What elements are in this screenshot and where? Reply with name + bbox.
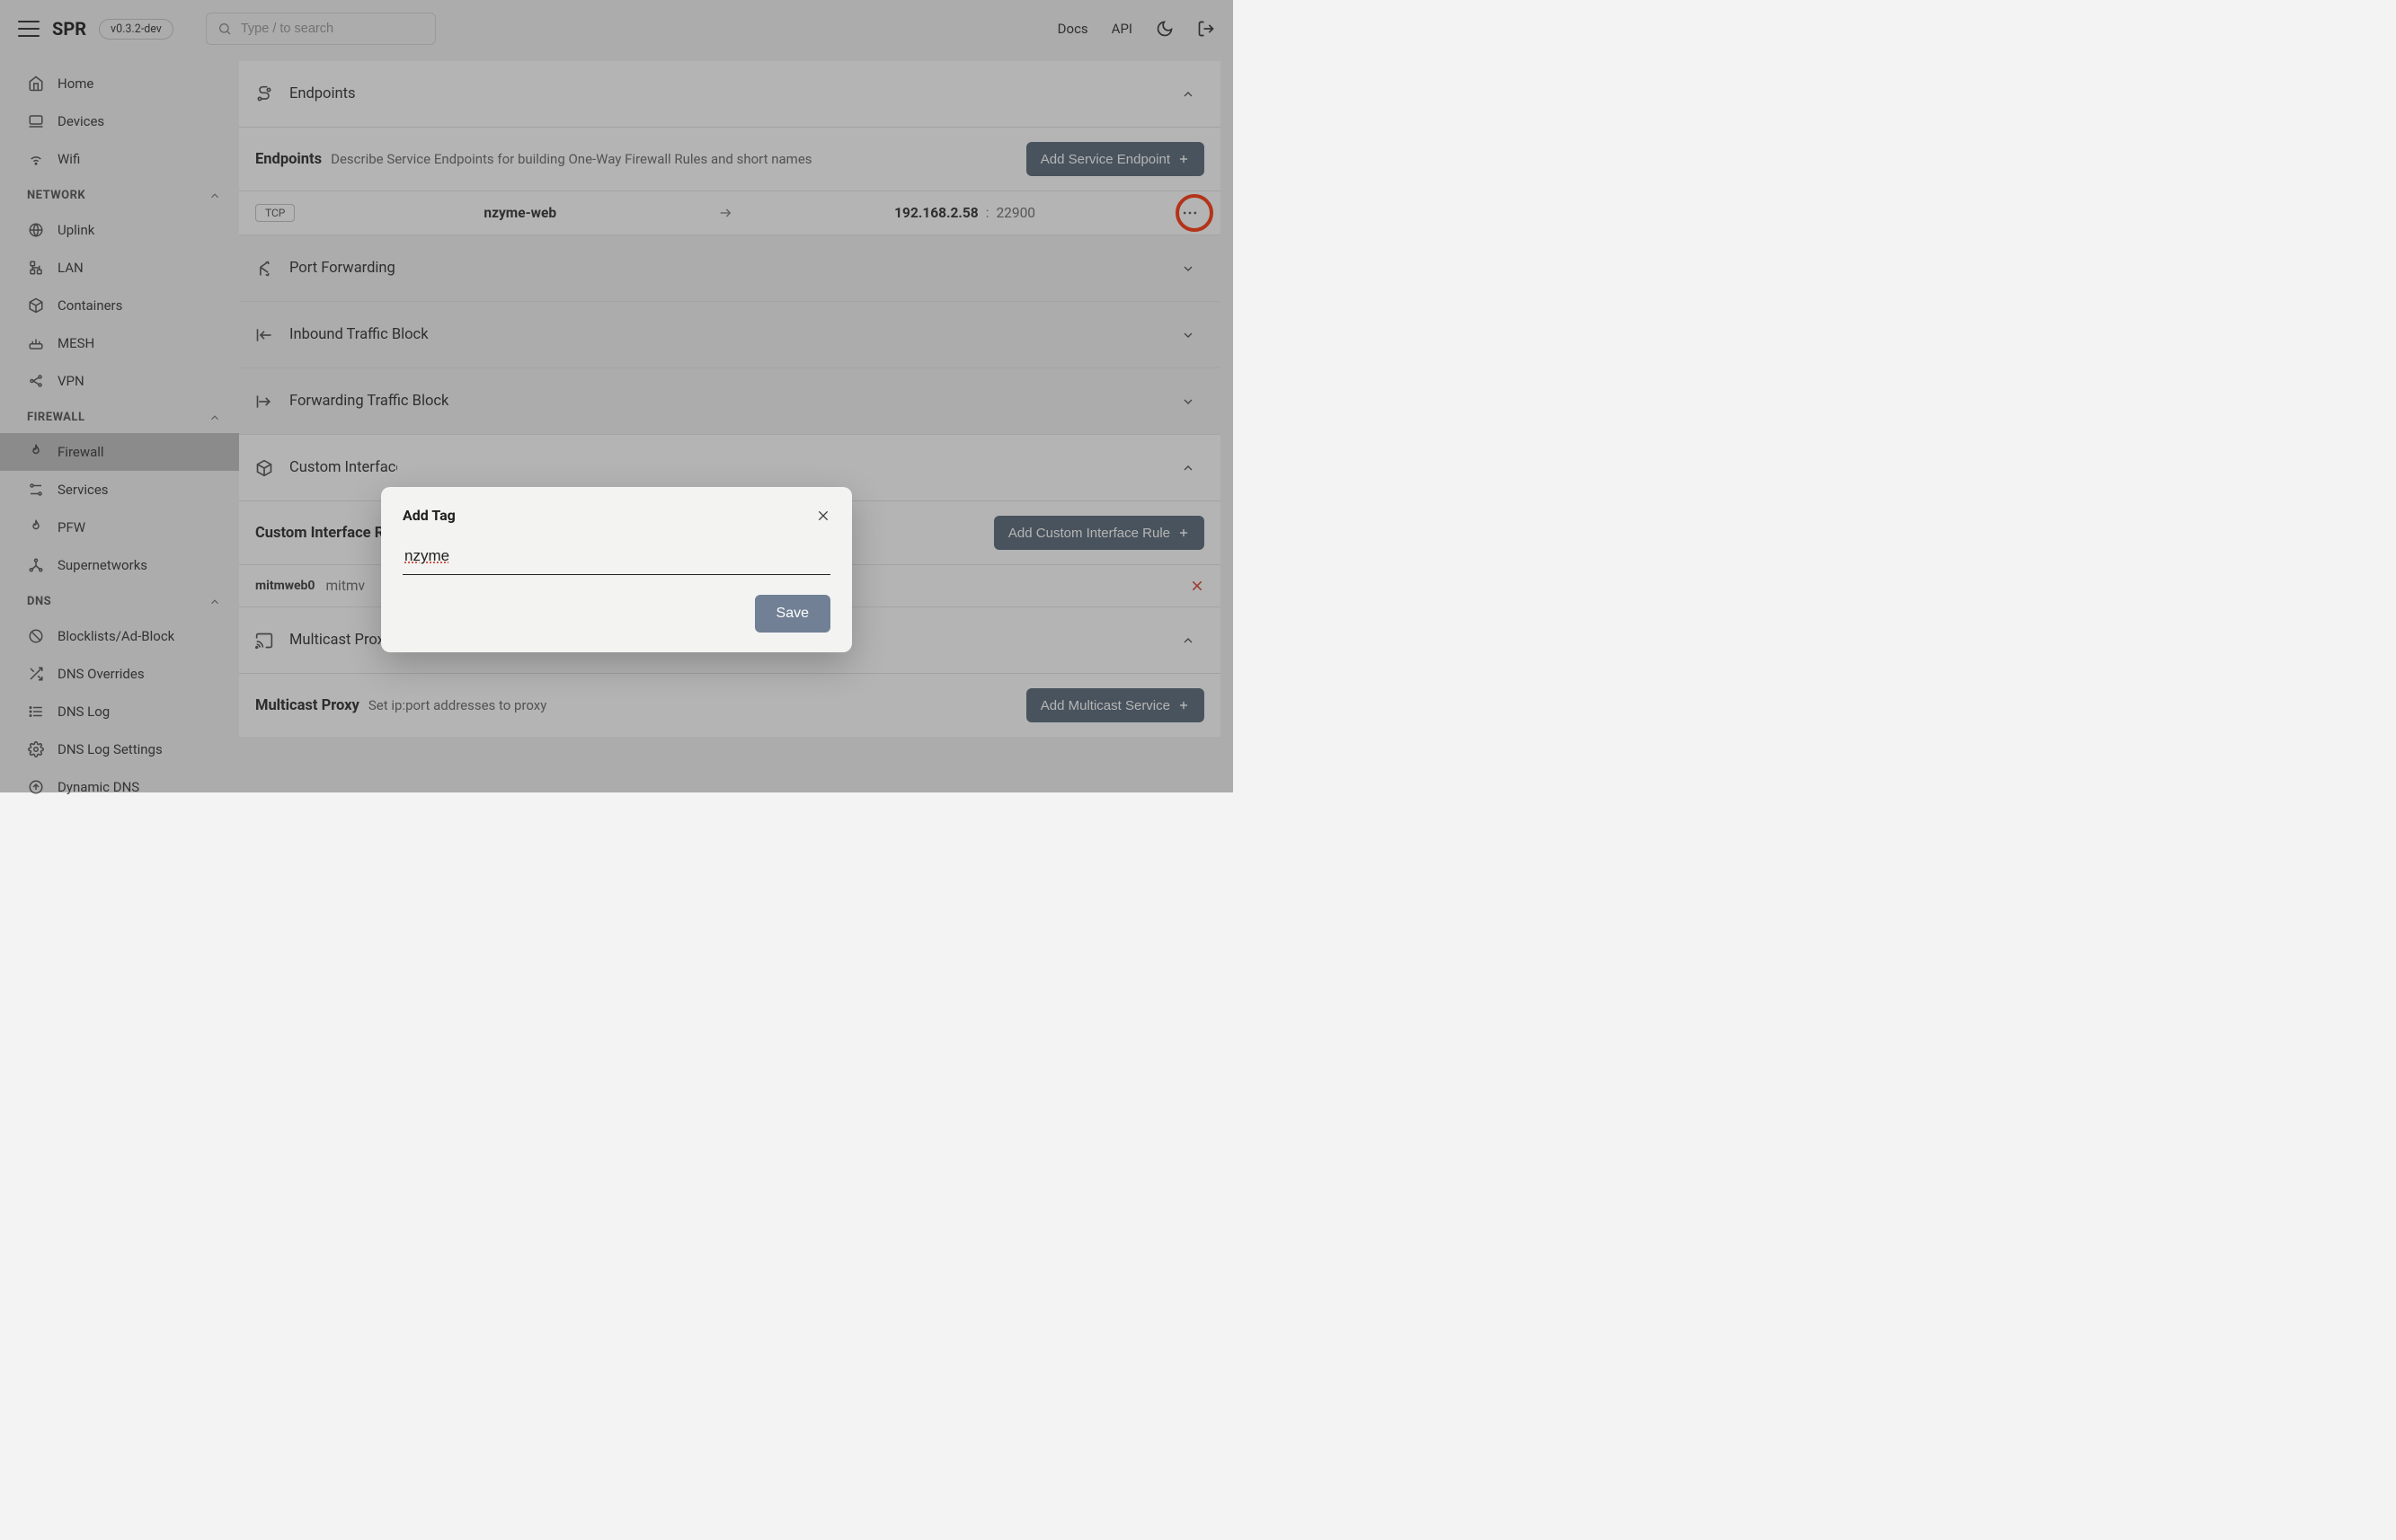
- tag-name-input[interactable]: [403, 542, 830, 575]
- close-icon[interactable]: [816, 509, 830, 523]
- add-tag-modal: Add Tag nzyme Save: [381, 487, 852, 652]
- modal-backdrop[interactable]: [0, 0, 1233, 792]
- modal-title: Add Tag: [403, 507, 456, 524]
- save-button[interactable]: Save: [755, 595, 830, 633]
